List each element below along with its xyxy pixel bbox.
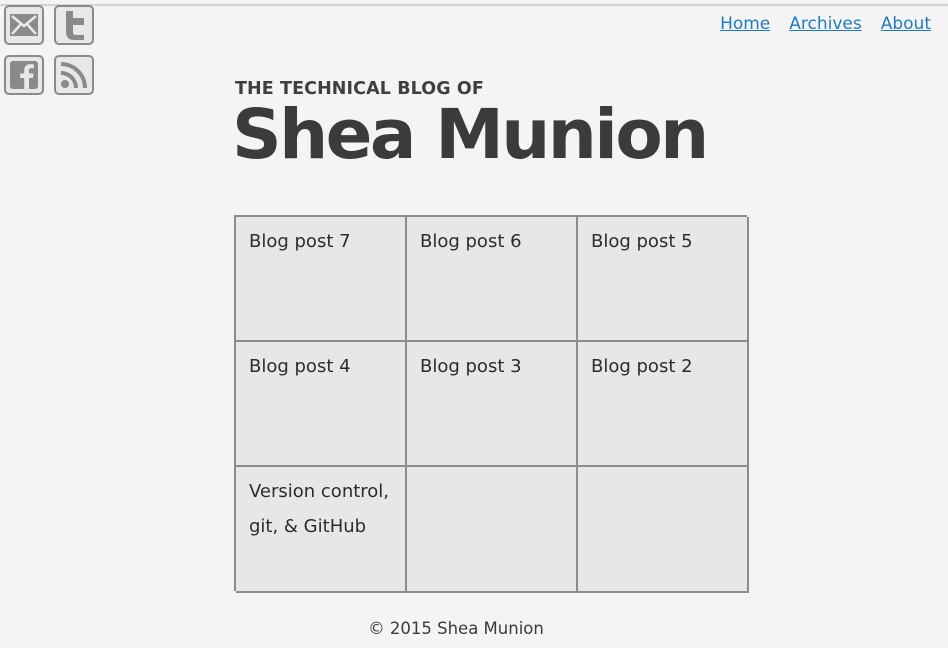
empty-tile bbox=[407, 467, 578, 593]
page: Home Archives About THE TECHNICAL BLOG O… bbox=[0, 0, 948, 648]
post-tile[interactable]: Blog post 5 bbox=[578, 217, 749, 342]
nav-archives-link[interactable]: Archives bbox=[789, 14, 861, 34]
footer: © 2015 Shea Munion bbox=[0, 619, 930, 638]
post-title: Blog post 6 bbox=[420, 231, 522, 252]
post-grid: Blog post 7 Blog post 6 Blog post 5 Blog… bbox=[234, 215, 749, 593]
post-tile[interactable]: Blog post 3 bbox=[407, 342, 578, 467]
twitter-button[interactable] bbox=[54, 5, 94, 45]
nav-home-link[interactable]: Home bbox=[720, 14, 770, 34]
post-title: Blog post 2 bbox=[591, 356, 693, 377]
post-title: Blog post 3 bbox=[420, 356, 522, 377]
nav-about-link[interactable]: About bbox=[881, 14, 931, 34]
twitter-icon bbox=[66, 11, 84, 40]
post-title: Blog post 5 bbox=[591, 231, 693, 252]
post-title: Blog post 4 bbox=[249, 356, 351, 377]
facebook-icon bbox=[10, 61, 38, 89]
post-title: Version control, git, & GitHub bbox=[249, 481, 390, 537]
main-nav: Home Archives About bbox=[720, 14, 931, 34]
envelope-icon bbox=[10, 14, 38, 36]
post-tile[interactable]: Blog post 6 bbox=[407, 217, 578, 342]
facebook-button[interactable] bbox=[4, 55, 44, 95]
empty-tile bbox=[578, 467, 749, 593]
top-divider bbox=[0, 4, 948, 6]
post-tile[interactable]: Version control, git, & GitHub bbox=[236, 467, 407, 593]
rss-icon bbox=[60, 62, 87, 89]
email-button[interactable] bbox=[4, 5, 44, 45]
copyright-text: © 2015 Shea Munion bbox=[368, 619, 544, 638]
post-tile[interactable]: Blog post 7 bbox=[236, 217, 407, 342]
post-tile[interactable]: Blog post 2 bbox=[578, 342, 749, 467]
post-tile[interactable]: Blog post 4 bbox=[236, 342, 407, 467]
site-title: Shea Munion bbox=[232, 95, 709, 175]
rss-button[interactable] bbox=[54, 55, 94, 95]
post-title: Blog post 7 bbox=[249, 231, 351, 252]
